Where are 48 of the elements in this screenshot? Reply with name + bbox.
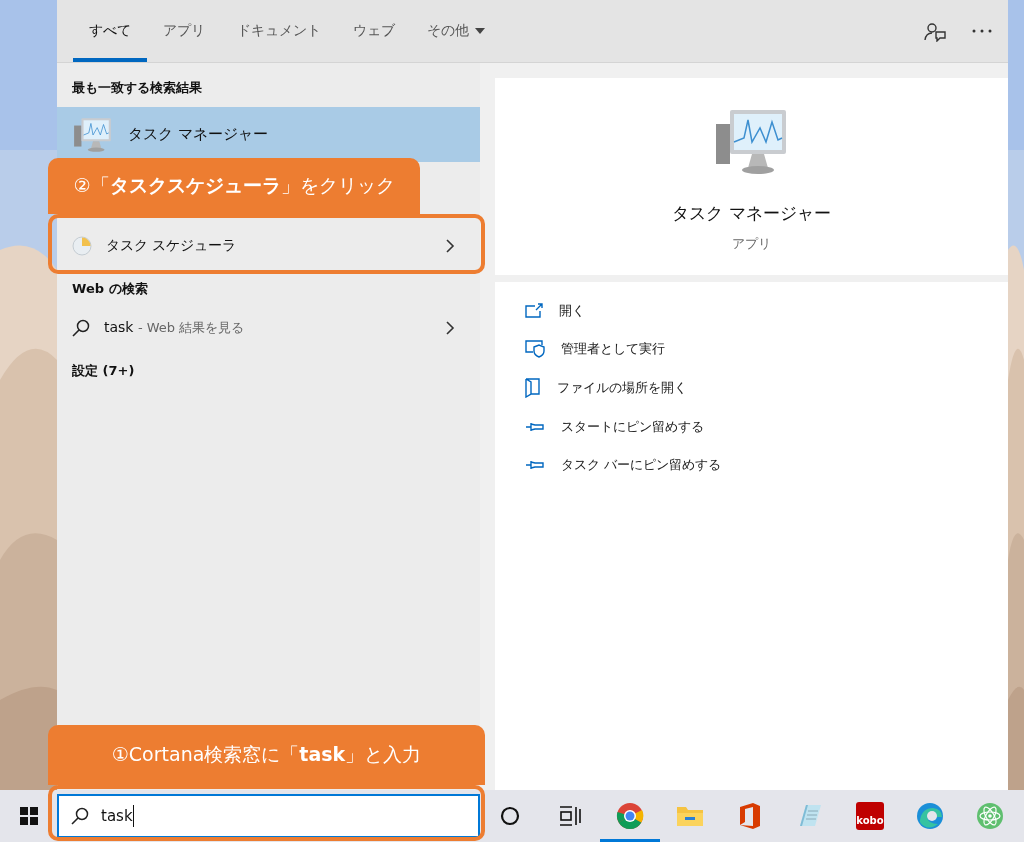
pin-icon bbox=[525, 459, 545, 471]
section-heading: 最も一致する検索結果 bbox=[71, 79, 203, 97]
callout-label: ①Cortana検索窓に「task」と入力 bbox=[48, 725, 485, 785]
folder-icon bbox=[525, 378, 541, 398]
chevron-right-icon bbox=[446, 239, 455, 253]
result-title: タスク マネージャー bbox=[128, 125, 268, 144]
shield-icon bbox=[525, 340, 545, 358]
search-value: task bbox=[101, 807, 133, 825]
windows-icon[interactable] bbox=[19, 807, 38, 825]
open-window-icon bbox=[525, 303, 543, 319]
circle-icon[interactable] bbox=[500, 806, 520, 826]
pin-icon bbox=[525, 421, 545, 433]
search-icon bbox=[71, 807, 89, 825]
section-heading: Web の検索 bbox=[71, 280, 149, 298]
result-item[interactable]: タスク マネージャー bbox=[57, 107, 480, 162]
hint-text: - Web 結果を見る bbox=[137, 320, 245, 335]
section-heading: 設定 (7+) bbox=[71, 362, 136, 380]
tab[interactable]: ドキュメント bbox=[221, 0, 337, 62]
clock-icon bbox=[72, 236, 92, 256]
more-icon[interactable] bbox=[972, 29, 992, 33]
folder-icon[interactable] bbox=[676, 804, 704, 828]
result-title: タスク スケジューラ bbox=[106, 237, 238, 255]
result-item[interactable]: タスク スケジューラ bbox=[57, 222, 480, 270]
text-cursor bbox=[132, 805, 134, 827]
atom-icon[interactable] bbox=[976, 802, 1004, 830]
edge-icon[interactable] bbox=[916, 802, 944, 830]
preview-title: タスク マネージャー bbox=[672, 202, 831, 225]
action-link[interactable]: 開く bbox=[559, 302, 585, 320]
dropdown-icon bbox=[475, 28, 485, 34]
action-link[interactable]: スタートにピン留めする bbox=[561, 418, 704, 436]
search-icon bbox=[72, 319, 90, 337]
result-item[interactable]: task - Web 結果を見る bbox=[57, 304, 480, 352]
preview-subtitle: アプリ bbox=[732, 235, 771, 253]
search-field[interactable]: task bbox=[57, 794, 480, 838]
office-icon[interactable] bbox=[738, 802, 762, 830]
action-link[interactable]: タスク バーにピン留めする bbox=[561, 456, 722, 474]
task-view-icon[interactable] bbox=[559, 806, 581, 826]
chrome-icon[interactable] bbox=[616, 802, 644, 830]
kobo-icon[interactable]: kobo bbox=[856, 802, 884, 830]
callout-label: ②「タスクスケジューラ」をクリック bbox=[48, 158, 420, 214]
action-link[interactable]: ファイルの場所を開く bbox=[557, 379, 687, 397]
tab[interactable]: ウェブ bbox=[337, 0, 411, 62]
tab[interactable]: その他 bbox=[411, 0, 501, 62]
chevron-right-icon bbox=[446, 321, 455, 335]
action-link[interactable]: 管理者として実行 bbox=[561, 340, 665, 358]
tab[interactable]: アプリ bbox=[147, 0, 221, 62]
feedback-icon[interactable] bbox=[924, 20, 946, 42]
query-text: task bbox=[104, 319, 134, 335]
